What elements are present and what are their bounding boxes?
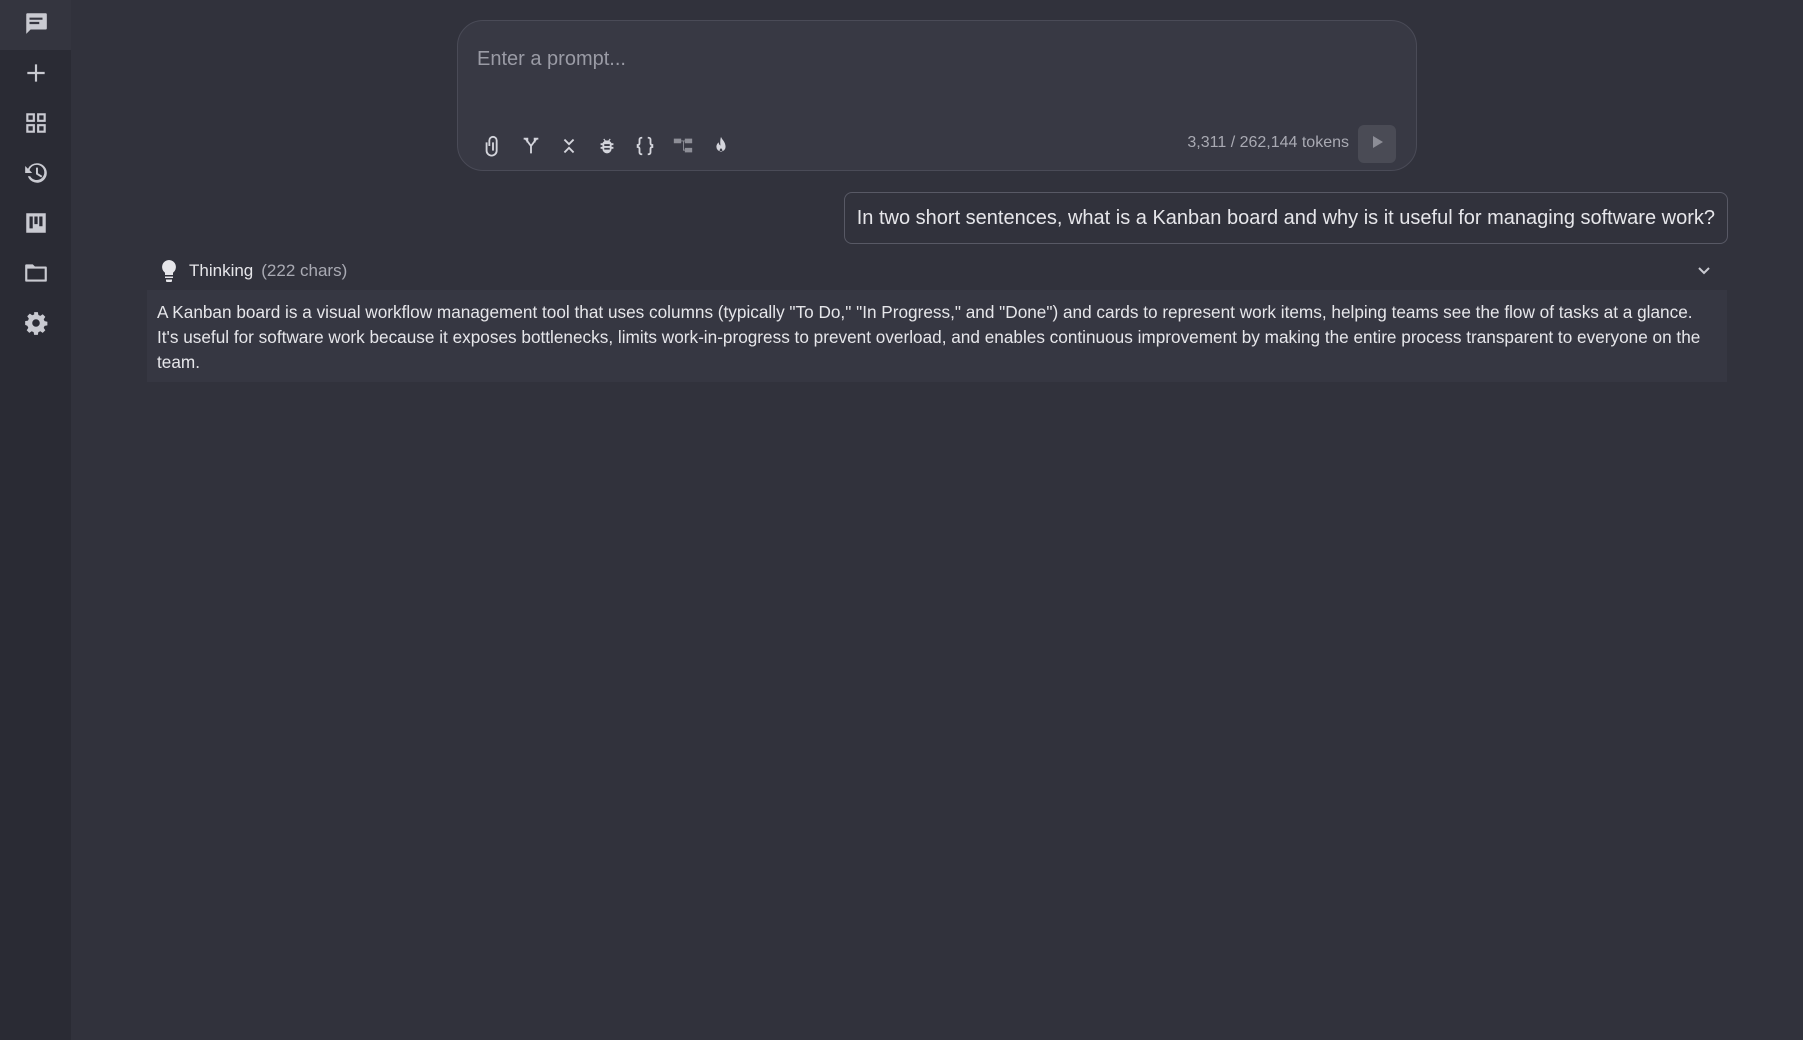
json-button[interactable] — [632, 134, 657, 162]
tree-icon — [672, 135, 694, 162]
kanban-icon — [23, 210, 49, 241]
collapse-button[interactable] — [556, 134, 581, 162]
chevron-down-icon[interactable] — [1695, 261, 1713, 284]
history-icon — [23, 160, 49, 191]
sidebar-item-history[interactable] — [0, 150, 71, 200]
thinking-char-count: (222 chars) — [261, 261, 348, 280]
play-icon — [1370, 135, 1384, 154]
thinking-content: A Kanban board is a visual workflow mana… — [147, 290, 1727, 382]
bug-icon — [596, 135, 618, 162]
tree-button[interactable] — [670, 134, 695, 162]
sidebar-item-files[interactable] — [0, 250, 71, 300]
sidebar-item-apps[interactable] — [0, 100, 71, 150]
sidebar-item-kanban[interactable] — [0, 200, 71, 250]
sidebar — [0, 0, 71, 1040]
prompt-toolbar — [480, 131, 733, 165]
thinking-header[interactable]: Thinking (222 chars) — [147, 258, 1727, 284]
prompt-box: 3,311 / 262,144 tokens — [457, 20, 1417, 171]
thinking-label: Thinking — [189, 261, 254, 280]
send-button[interactable] — [1358, 125, 1396, 163]
collapse-icon — [558, 135, 580, 162]
sidebar-item-settings[interactable] — [0, 300, 71, 350]
prompt-input[interactable] — [477, 39, 1377, 79]
gear-icon — [23, 310, 49, 341]
debug-button[interactable] — [594, 134, 619, 162]
paperclip-icon — [482, 135, 504, 162]
user-message: In two short sentences, what is a Kanban… — [843, 192, 1728, 244]
flame-icon — [710, 135, 732, 162]
chat-icon — [23, 10, 49, 41]
plus-icon — [23, 60, 49, 91]
sidebar-item-chat[interactable] — [0, 0, 71, 50]
attach-button[interactable] — [480, 134, 505, 162]
braces-icon — [634, 135, 656, 162]
merge-icon — [520, 135, 542, 162]
merge-button[interactable] — [518, 134, 543, 162]
flame-button[interactable] — [708, 134, 733, 162]
folder-icon — [23, 260, 49, 291]
token-counter: 3,311 / 262,144 tokens — [1187, 134, 1349, 151]
sidebar-item-new[interactable] — [0, 50, 71, 100]
lightbulb-icon — [159, 259, 179, 283]
grid-icon — [23, 110, 49, 141]
